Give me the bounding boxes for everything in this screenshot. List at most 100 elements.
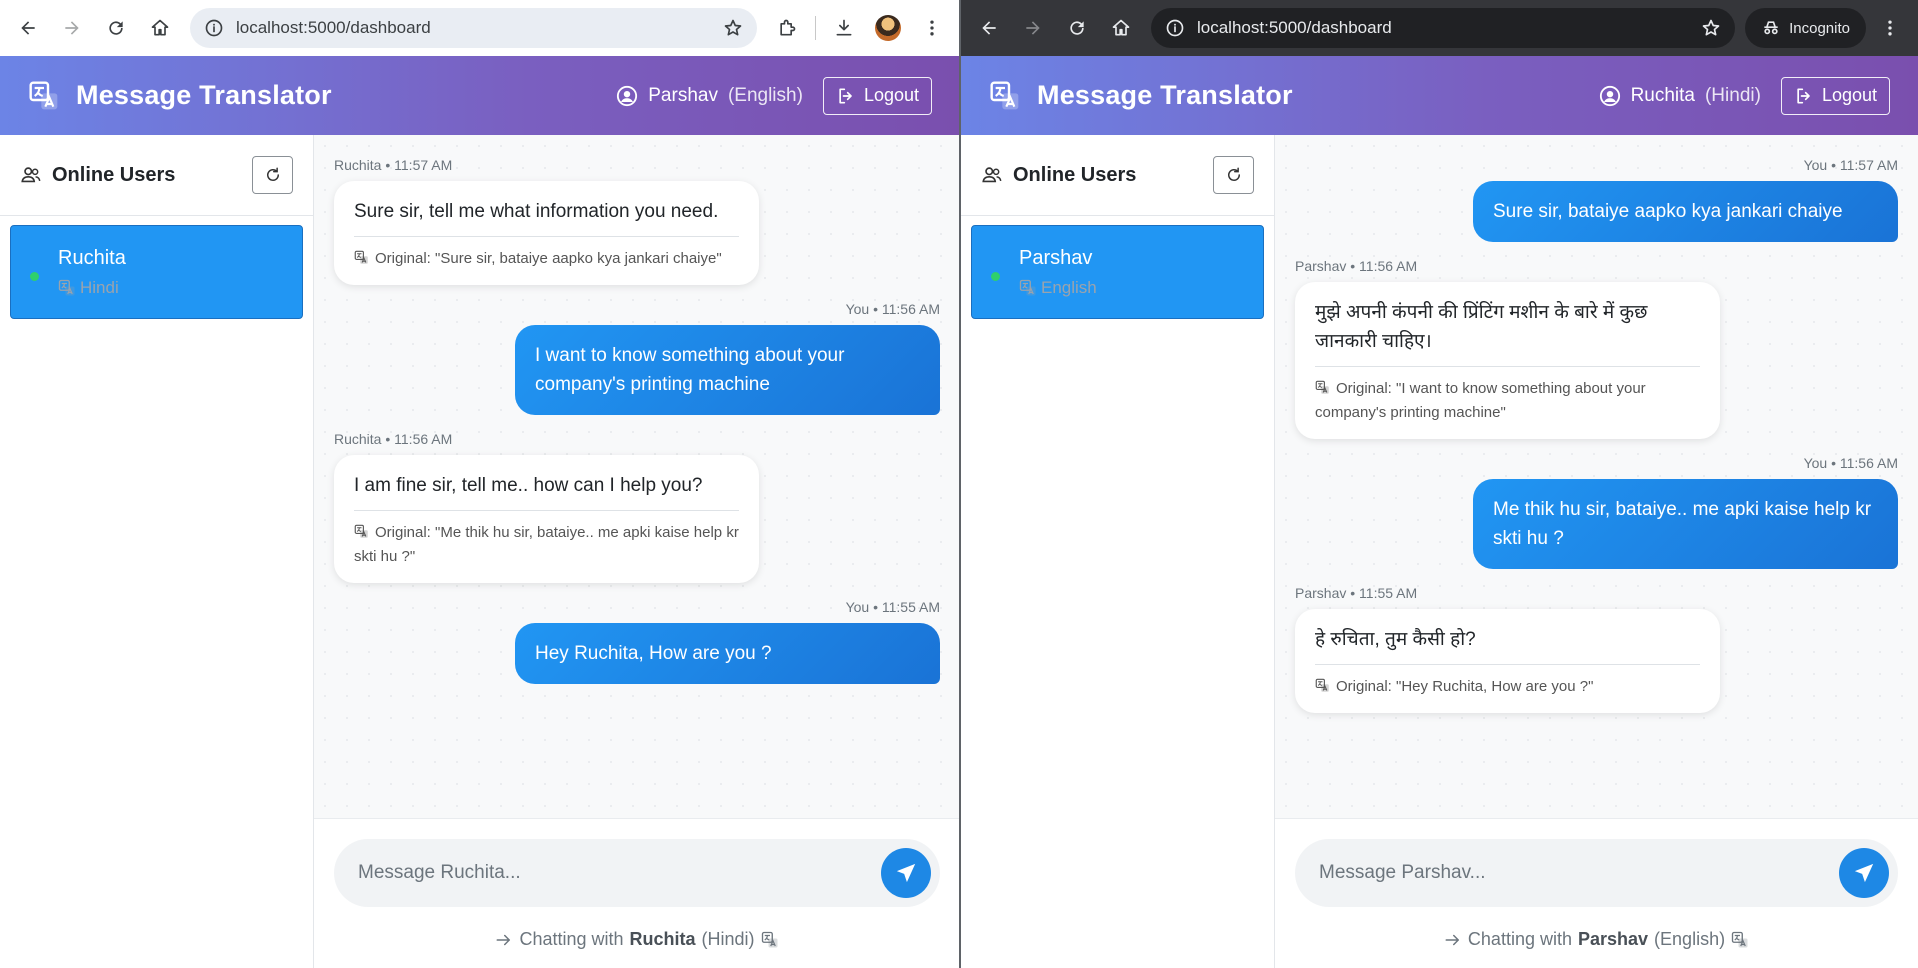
message-input-wrapper [334, 839, 940, 907]
browser-menu-button[interactable] [912, 8, 952, 48]
back-button[interactable] [969, 8, 1009, 48]
star-icon[interactable] [723, 18, 743, 38]
translate-icon [1315, 380, 1330, 395]
app-body: Online Users Parshav English You • 11:57… [961, 135, 1918, 968]
sidebar-title: Online Users [52, 163, 176, 186]
browser-toolbar: localhost:5000/dashboard Incognito [961, 0, 1918, 56]
message-list[interactable]: You • 11:57 AM Sure sir, bataiye aapko k… [1275, 135, 1918, 817]
message-meta: Ruchita • 11:56 AM [334, 431, 453, 447]
downloads-button[interactable] [824, 8, 864, 48]
logout-button[interactable]: Logout [822, 76, 932, 115]
refresh-icon [264, 166, 282, 184]
sidebar-title: Online Users [1013, 163, 1137, 186]
user-language: English [1019, 278, 1097, 298]
translate-icon [28, 80, 60, 112]
message-outgoing: You • 11:57 AM Sure sir, bataiye aapko k… [1295, 157, 1898, 242]
current-user-language: (English) [727, 84, 803, 106]
send-button[interactable] [881, 848, 931, 898]
message-bubble: Hey Ruchita, How are you ? [515, 623, 940, 684]
logout-icon [1794, 86, 1814, 106]
reload-button[interactable] [96, 8, 136, 48]
chat-partner-language: (English) [1654, 929, 1726, 949]
chat-partner-name: Parshav [1577, 929, 1649, 949]
user-language-label: English [1041, 278, 1097, 297]
incognito-indicator[interactable]: Incognito [1745, 8, 1866, 48]
logout-icon [836, 86, 856, 106]
address-bar[interactable]: localhost:5000/dashboard [1151, 8, 1736, 48]
extensions-button[interactable] [767, 8, 807, 48]
message-text: I am fine sir, tell me.. how can I help … [354, 475, 703, 496]
app-logo: Message Translator [28, 80, 332, 112]
home-button[interactable] [140, 8, 180, 48]
home-icon [150, 18, 170, 38]
chat-status: Chatting with Ruchita (Hindi) [314, 929, 960, 950]
forward-button[interactable] [1013, 8, 1053, 48]
original-text-label: Original: "I want to know something abou… [1315, 380, 1646, 421]
message-input[interactable] [1295, 862, 1839, 884]
send-icon [895, 862, 917, 884]
refresh-icon [1225, 166, 1243, 184]
message-bubble: मुझे अपनी कंपनी की प्रिंटिंग मशीन के बार… [1295, 282, 1720, 439]
message-composer: Chatting with Ruchita (Hindi) [314, 818, 960, 968]
message-list[interactable]: Ruchita • 11:57 AM Sure sir, tell me wha… [314, 135, 960, 817]
puzzle-icon [777, 18, 797, 38]
reload-icon [106, 18, 126, 38]
user-name: Ruchita [58, 247, 126, 269]
user-list-item[interactable]: Parshav English [971, 225, 1264, 319]
url-text[interactable]: localhost:5000/dashboard [1197, 18, 1689, 38]
message-text: मुझे अपनी कंपनी की प्रिंटिंग मशीन के बार… [1315, 302, 1648, 352]
message-bubble: हे रुचिता, तुम कैसी हो? Original: "Hey R… [1295, 609, 1720, 713]
app-header: Message Translator Parshav (English) Log… [0, 56, 960, 135]
message-meta: Parshav • 11:56 AM [1295, 258, 1418, 274]
home-button[interactable] [1101, 8, 1141, 48]
sidebar-header: Online Users [0, 135, 313, 216]
message-meta: You • 11:55 AM [845, 599, 940, 615]
message-incoming: Ruchita • 11:57 AM Sure sir, tell me wha… [334, 157, 940, 285]
logout-label: Logout [863, 85, 919, 105]
chat-partner-language: (Hindi) [701, 929, 755, 949]
send-icon [1853, 862, 1875, 884]
star-icon[interactable] [1701, 18, 1721, 38]
chat-status-prefix: Chatting with [1467, 929, 1572, 949]
arrow-right-icon [1444, 931, 1462, 949]
message-bubble: I am fine sir, tell me.. how can I help … [334, 455, 759, 583]
online-status-dot [30, 272, 39, 281]
info-icon[interactable] [204, 18, 224, 38]
message-outgoing: You • 11:56 AM I want to know something … [334, 301, 940, 415]
arrow-right-icon [62, 18, 82, 38]
profile-button[interactable] [868, 8, 908, 48]
translate-icon [354, 524, 369, 539]
message-input-wrapper [1295, 839, 1898, 907]
browser-window-left: localhost:5000/dashboard Message Transla… [0, 0, 960, 968]
message-meta: Ruchita • 11:57 AM [334, 157, 453, 173]
header-actions: Ruchita (Hindi) Logout [1599, 76, 1890, 115]
refresh-users-button[interactable] [1213, 156, 1254, 194]
browser-menu-button[interactable] [1870, 8, 1910, 48]
chat-partner-name: Ruchita [629, 929, 696, 949]
original-text: Original: "Sure sir, bataiye aapko kya j… [354, 236, 739, 271]
online-users-sidebar: Online Users Parshav English [961, 135, 1275, 968]
send-button[interactable] [1839, 848, 1889, 898]
user-circle-icon [1599, 85, 1621, 107]
user-list-item[interactable]: Ruchita Hindi [10, 225, 303, 319]
current-user: Ruchita (Hindi) [1599, 85, 1761, 107]
info-icon[interactable] [1165, 18, 1185, 38]
translate-icon [1315, 678, 1330, 693]
reload-button[interactable] [1057, 8, 1097, 48]
original-text: Original: "Me thik hu sir, bataiye.. me … [354, 510, 739, 569]
online-users-sidebar: Online Users Ruchita Hindi [0, 135, 314, 968]
address-bar[interactable]: localhost:5000/dashboard [190, 8, 757, 48]
url-text[interactable]: localhost:5000/dashboard [236, 18, 711, 38]
user-language: Hindi [58, 278, 119, 298]
header-actions: Parshav (English) Logout [616, 76, 932, 115]
back-button[interactable] [8, 8, 48, 48]
translate-icon [1731, 931, 1749, 949]
refresh-users-button[interactable] [252, 156, 293, 194]
translate-icon [989, 80, 1021, 112]
logout-button[interactable]: Logout [1780, 76, 1890, 115]
chat-status-prefix: Chatting with [519, 929, 624, 949]
original-text-label: Original: "Me thik hu sir, bataiye.. me … [354, 524, 739, 565]
message-input[interactable] [334, 862, 881, 884]
forward-button[interactable] [52, 8, 92, 48]
avatar [875, 15, 901, 41]
